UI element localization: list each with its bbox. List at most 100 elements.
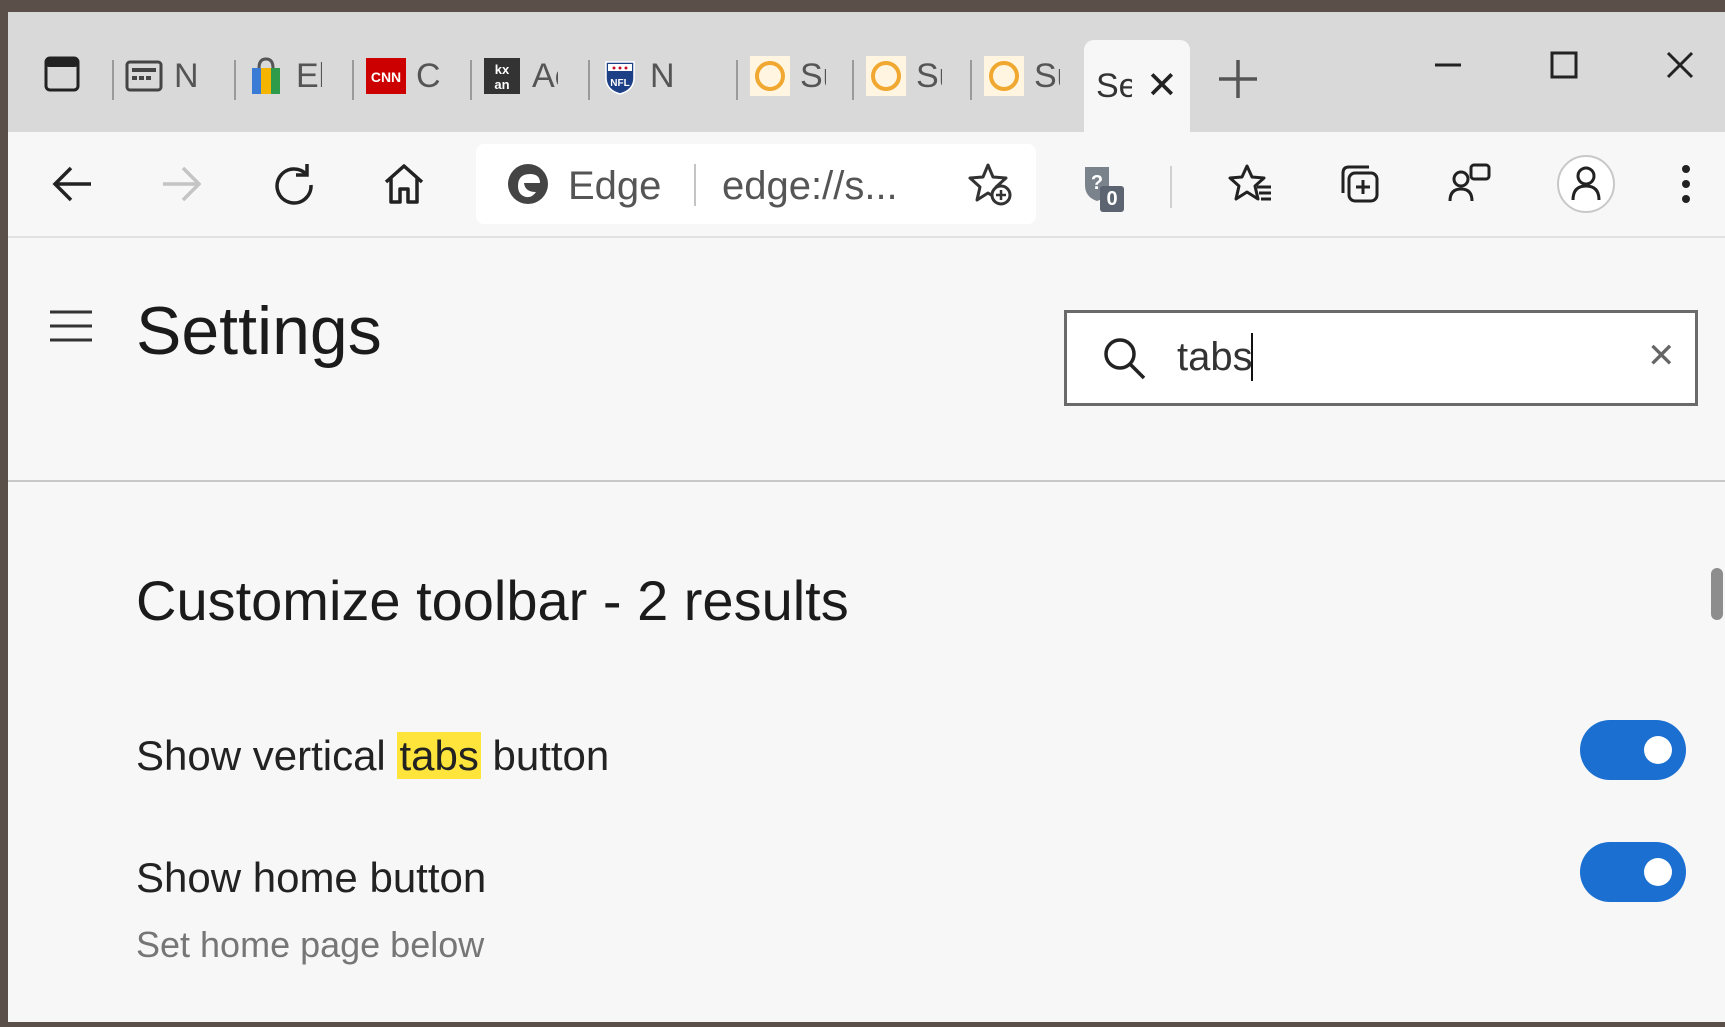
tab-title: Ac [532,56,558,95]
svg-text:CNN: CNN [371,69,401,85]
kxan-icon: kx an [482,56,522,96]
page-title: Settings [136,293,382,369]
tab-separator [970,60,972,100]
tab-loading[interactable]: Su [866,46,942,106]
tab-title: N [650,56,675,95]
more-vertical-icon [1682,165,1690,203]
header-divider [8,480,1725,482]
profile-avatar-icon [1557,155,1615,213]
new-tab-button[interactable] [1213,56,1263,106]
loading-ring-icon [750,56,790,96]
tab-separator [470,60,472,100]
extension-button[interactable]: ? 0 [1070,152,1134,216]
tab-title: Se [1096,66,1132,105]
forward-arrow-icon [163,166,202,202]
tab-nfl[interactable]: NFL N [600,46,676,106]
favorites-button[interactable] [1218,152,1282,216]
scrollbar-thumb[interactable] [1711,568,1723,620]
refresh-button[interactable] [262,152,326,216]
tab-title: Cl [416,56,442,95]
home-button-toggle[interactable] [1580,842,1686,902]
tab-separator [588,60,590,100]
refresh-icon [275,164,313,205]
minimize-icon [1435,63,1461,67]
feedback-icon [1448,163,1491,202]
tab-news[interactable]: N [124,46,200,106]
setting-label-home-button: Show home button [136,854,487,901]
address-bar[interactable]: Edge edge://s... [476,144,1036,224]
address-separator [694,164,696,206]
tab-loading[interactable]: Su [984,46,1060,106]
toggle-knob [1644,736,1672,764]
tab-title: Su [800,56,826,95]
more-menu-button[interactable] [1654,152,1718,216]
setting-description: Set home page below [136,924,485,965]
tab-separator [112,60,114,100]
tab-shopping[interactable]: El [246,46,322,106]
tab-actions-button[interactable] [32,44,92,104]
back-button[interactable] [40,152,104,216]
extension-badge: 0 [1100,186,1124,212]
tab-separator [352,60,354,100]
browser-toolbar: Edge edge://s... ? 0 [8,132,1725,238]
tab-settings-active[interactable]: Se ✕ [1084,40,1190,132]
collections-button[interactable] [1328,152,1392,216]
svg-text:NFL: NFL [610,78,629,89]
tab-cnn[interactable]: CNN Cl [366,46,442,106]
close-icon [1666,51,1694,79]
minimize-button[interactable] [1418,40,1478,90]
edge-logo-icon [508,164,548,204]
clear-search-icon[interactable]: ✕ [1647,339,1676,373]
settings-search[interactable]: ✕ [1064,310,1698,406]
toggle-knob [1644,858,1672,886]
label-text: Show vertical [136,732,398,779]
back-arrow-icon [52,166,91,202]
cnn-icon: CNN [366,56,406,96]
feedback-button[interactable] [1438,152,1502,216]
tab-strip: N El CNN Cl kxan Ac [8,12,1725,132]
collections-icon [1341,165,1379,203]
browser-window: N El CNN Cl kxan Ac [8,12,1725,1022]
home-button[interactable] [372,152,436,216]
tab-separator [234,60,236,100]
add-favorite-icon[interactable] [966,160,1016,210]
maximize-button[interactable] [1534,40,1594,90]
favorites-icon [1228,164,1271,201]
tab-separator [736,60,738,100]
svg-text:an: an [494,77,509,92]
tab-loading[interactable]: Su [750,46,826,106]
nfl-icon: NFL [600,56,640,96]
tab-title: El [296,56,322,95]
text-caret [1251,333,1253,381]
news-calendar-icon [124,56,164,96]
vertical-tabs-toggle[interactable] [1580,720,1686,780]
close-tab-icon[interactable]: ✕ [1146,67,1178,105]
home-icon [384,164,424,204]
forward-button[interactable] [150,152,214,216]
tab-separator [852,60,854,100]
tab-kxan[interactable]: kxan Ac [482,46,558,106]
maximize-icon [1550,51,1578,79]
search-input[interactable] [1177,327,1597,387]
site-identity-label: Edge [568,164,662,208]
setting-label-vertical-tabs: Show vertical tabs button [136,732,609,780]
search-icon [1104,338,1146,380]
profile-button[interactable] [1554,152,1618,216]
plus-icon [1219,60,1257,98]
menu-button[interactable] [48,308,94,344]
url-text[interactable]: edge://s... [722,164,898,209]
tab-title: N [174,56,199,95]
loading-ring-icon [866,56,906,96]
toolbar-separator [1170,166,1172,208]
tab-actions-icon [44,56,80,92]
shopping-bag-icon [246,56,286,96]
loading-ring-icon [984,56,1024,96]
svg-text:kx: kx [495,62,510,77]
results-heading: Customize toolbar - 2 results [136,569,849,632]
tab-title: Su [916,56,942,95]
search-highlight: tabs [397,732,481,779]
hamburger-icon [50,310,92,342]
close-window-button[interactable] [1650,40,1710,90]
tab-title: Su [1034,56,1060,95]
label-text: button [480,732,610,779]
